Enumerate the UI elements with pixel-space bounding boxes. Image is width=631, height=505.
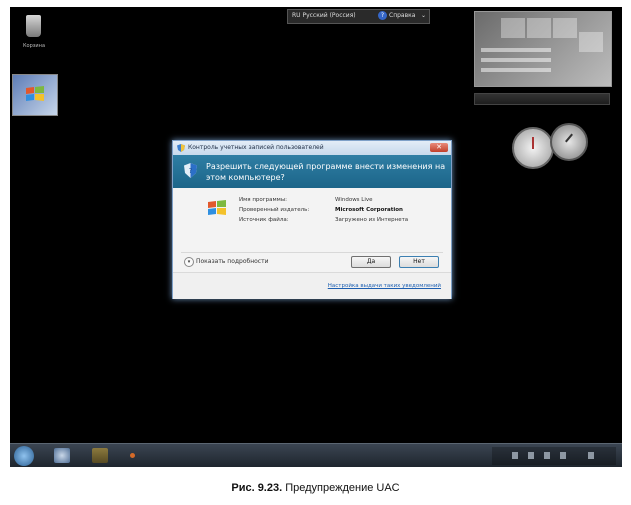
uac-shield-icon <box>177 144 185 152</box>
shield-icon: ? <box>184 163 197 178</box>
uac-dialog: Контроль учетных записей пользователей ✕… <box>172 140 452 299</box>
dialog-footer: Настройка выдачи таких уведомлений <box>173 272 451 299</box>
publisher-label: Проверенный издатель: <box>239 207 310 213</box>
tray-icon[interactable] <box>512 452 518 459</box>
file-origin-value: Загружено из Интернета <box>335 217 409 223</box>
clock-hand <box>565 133 573 143</box>
dialog-body: Имя программы: Windows Live Проверенный … <box>173 188 451 299</box>
tray-icon[interactable] <box>528 452 534 459</box>
svg-text:?: ? <box>189 167 193 175</box>
gadget-text <box>481 48 551 52</box>
figure-caption: Рис. 9.23. Предупреждение UAC <box>0 482 631 494</box>
no-button[interactable]: Нет <box>399 256 439 268</box>
publisher-value: Microsoft Corporation <box>335 207 403 213</box>
language-indicator[interactable]: RU Русский (Россия) <box>292 12 356 19</box>
recycle-bin-icon <box>26 15 41 37</box>
tray-icon[interactable] <box>588 452 594 459</box>
system-tray[interactable] <box>492 447 616 465</box>
help-button[interactable]: Справка <box>389 12 415 19</box>
tray-icon[interactable] <box>560 452 566 459</box>
program-name-label: Имя программы: <box>239 197 288 203</box>
dialog-titlebar: Контроль учетных записей пользователей ✕ <box>173 141 451 155</box>
show-details-toggle[interactable]: ▾ Показать подробности <box>184 257 284 267</box>
chevron-down-icon: ▾ <box>184 257 194 267</box>
start-button[interactable] <box>14 446 34 466</box>
notification-settings-link[interactable]: Настройка выдачи таких уведомлений <box>328 283 441 289</box>
recycle-bin-shortcut[interactable]: Корзина <box>19 13 49 55</box>
gadget-toolbar[interactable] <box>474 93 610 105</box>
chevron-down-icon[interactable]: ⌄ <box>421 12 426 19</box>
clock-gadget[interactable] <box>550 123 588 161</box>
program-name-value: Windows Live <box>335 197 373 203</box>
file-origin-label: Источник файла: <box>239 217 289 223</box>
divider <box>181 252 443 253</box>
dialog-question: Разрешить следующей программе внести изм… <box>206 162 446 182</box>
gadget-tile <box>501 18 525 38</box>
taskbar <box>10 443 622 467</box>
gadget-text <box>481 58 551 62</box>
recycle-bin-label: Корзина <box>22 43 46 49</box>
quicklaunch-icon[interactable] <box>130 453 135 458</box>
gadget-text <box>481 68 551 72</box>
dialog-title: Контроль учетных записей пользователей <box>188 144 324 151</box>
gadget-tile <box>579 32 603 52</box>
dialog-banner: ? Разрешить следующей программе внести и… <box>173 155 451 188</box>
quicklaunch-icon[interactable] <box>54 448 70 463</box>
clock-gadget[interactable] <box>512 127 554 169</box>
quicklaunch-icon[interactable] <box>92 448 108 463</box>
gadget-tile <box>527 18 551 38</box>
desktop-shortcut[interactable] <box>12 74 58 116</box>
desktop-screenshot: Корзина RU Русский (Россия) ? Справка ⌄ <box>10 7 622 467</box>
caption-number: Рис. 9.23. <box>231 482 283 494</box>
language-bar[interactable]: RU Русский (Россия) ? Справка ⌄ <box>287 9 430 24</box>
windows-logo-icon <box>26 86 44 101</box>
clock-hand <box>532 137 534 149</box>
windows-logo-icon <box>208 200 226 215</box>
slideshow-gadget[interactable] <box>474 11 612 87</box>
tray-icon[interactable] <box>544 452 550 459</box>
caption-text: Предупреждение UAC <box>285 482 400 494</box>
gadget-tile <box>553 18 577 38</box>
close-button[interactable]: ✕ <box>430 143 448 152</box>
yes-button[interactable]: Да <box>351 256 391 268</box>
help-icon[interactable]: ? <box>378 11 387 20</box>
show-details-label: Показать подробности <box>196 258 269 265</box>
